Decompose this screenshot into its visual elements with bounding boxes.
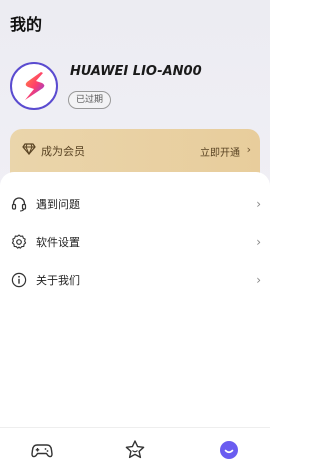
page-title: 我的 xyxy=(10,15,43,34)
star-icon[interactable] xyxy=(124,439,146,461)
chevron-right-icon: › xyxy=(256,197,261,211)
app-logo-icon xyxy=(25,72,45,100)
membership-label: 成为会员 xyxy=(41,145,85,158)
menu-item-settings[interactable]: 软件设置 › xyxy=(0,223,270,261)
menu-item-help[interactable]: 遇到问题 › xyxy=(0,185,270,223)
info-icon xyxy=(11,272,27,288)
menu-item-about[interactable]: 关于我们 › xyxy=(0,261,270,299)
device-name: HUAWEI LIO-AN00 xyxy=(70,64,202,79)
menu-item-label: 软件设置 xyxy=(36,236,80,249)
membership-open-link[interactable]: 立即开通 xyxy=(200,144,240,159)
profile-icon[interactable] xyxy=(218,439,240,461)
chevron-right-icon: › xyxy=(256,235,261,249)
chevron-right-icon: › xyxy=(246,143,251,156)
bottom-nav xyxy=(0,427,270,471)
menu-panel: 遇到问题 › 软件设置 › 关于我们 › xyxy=(0,172,270,427)
status-badge: 已过期 xyxy=(68,91,112,109)
gamepad-icon[interactable] xyxy=(31,439,53,461)
menu-item-label: 遇到问题 xyxy=(36,198,80,211)
diamond-icon xyxy=(22,143,36,155)
avatar[interactable] xyxy=(10,62,58,110)
menu-item-label: 关于我们 xyxy=(36,274,80,287)
headset-icon xyxy=(11,197,27,212)
gear-icon xyxy=(11,234,27,249)
chevron-right-icon: › xyxy=(256,273,261,287)
